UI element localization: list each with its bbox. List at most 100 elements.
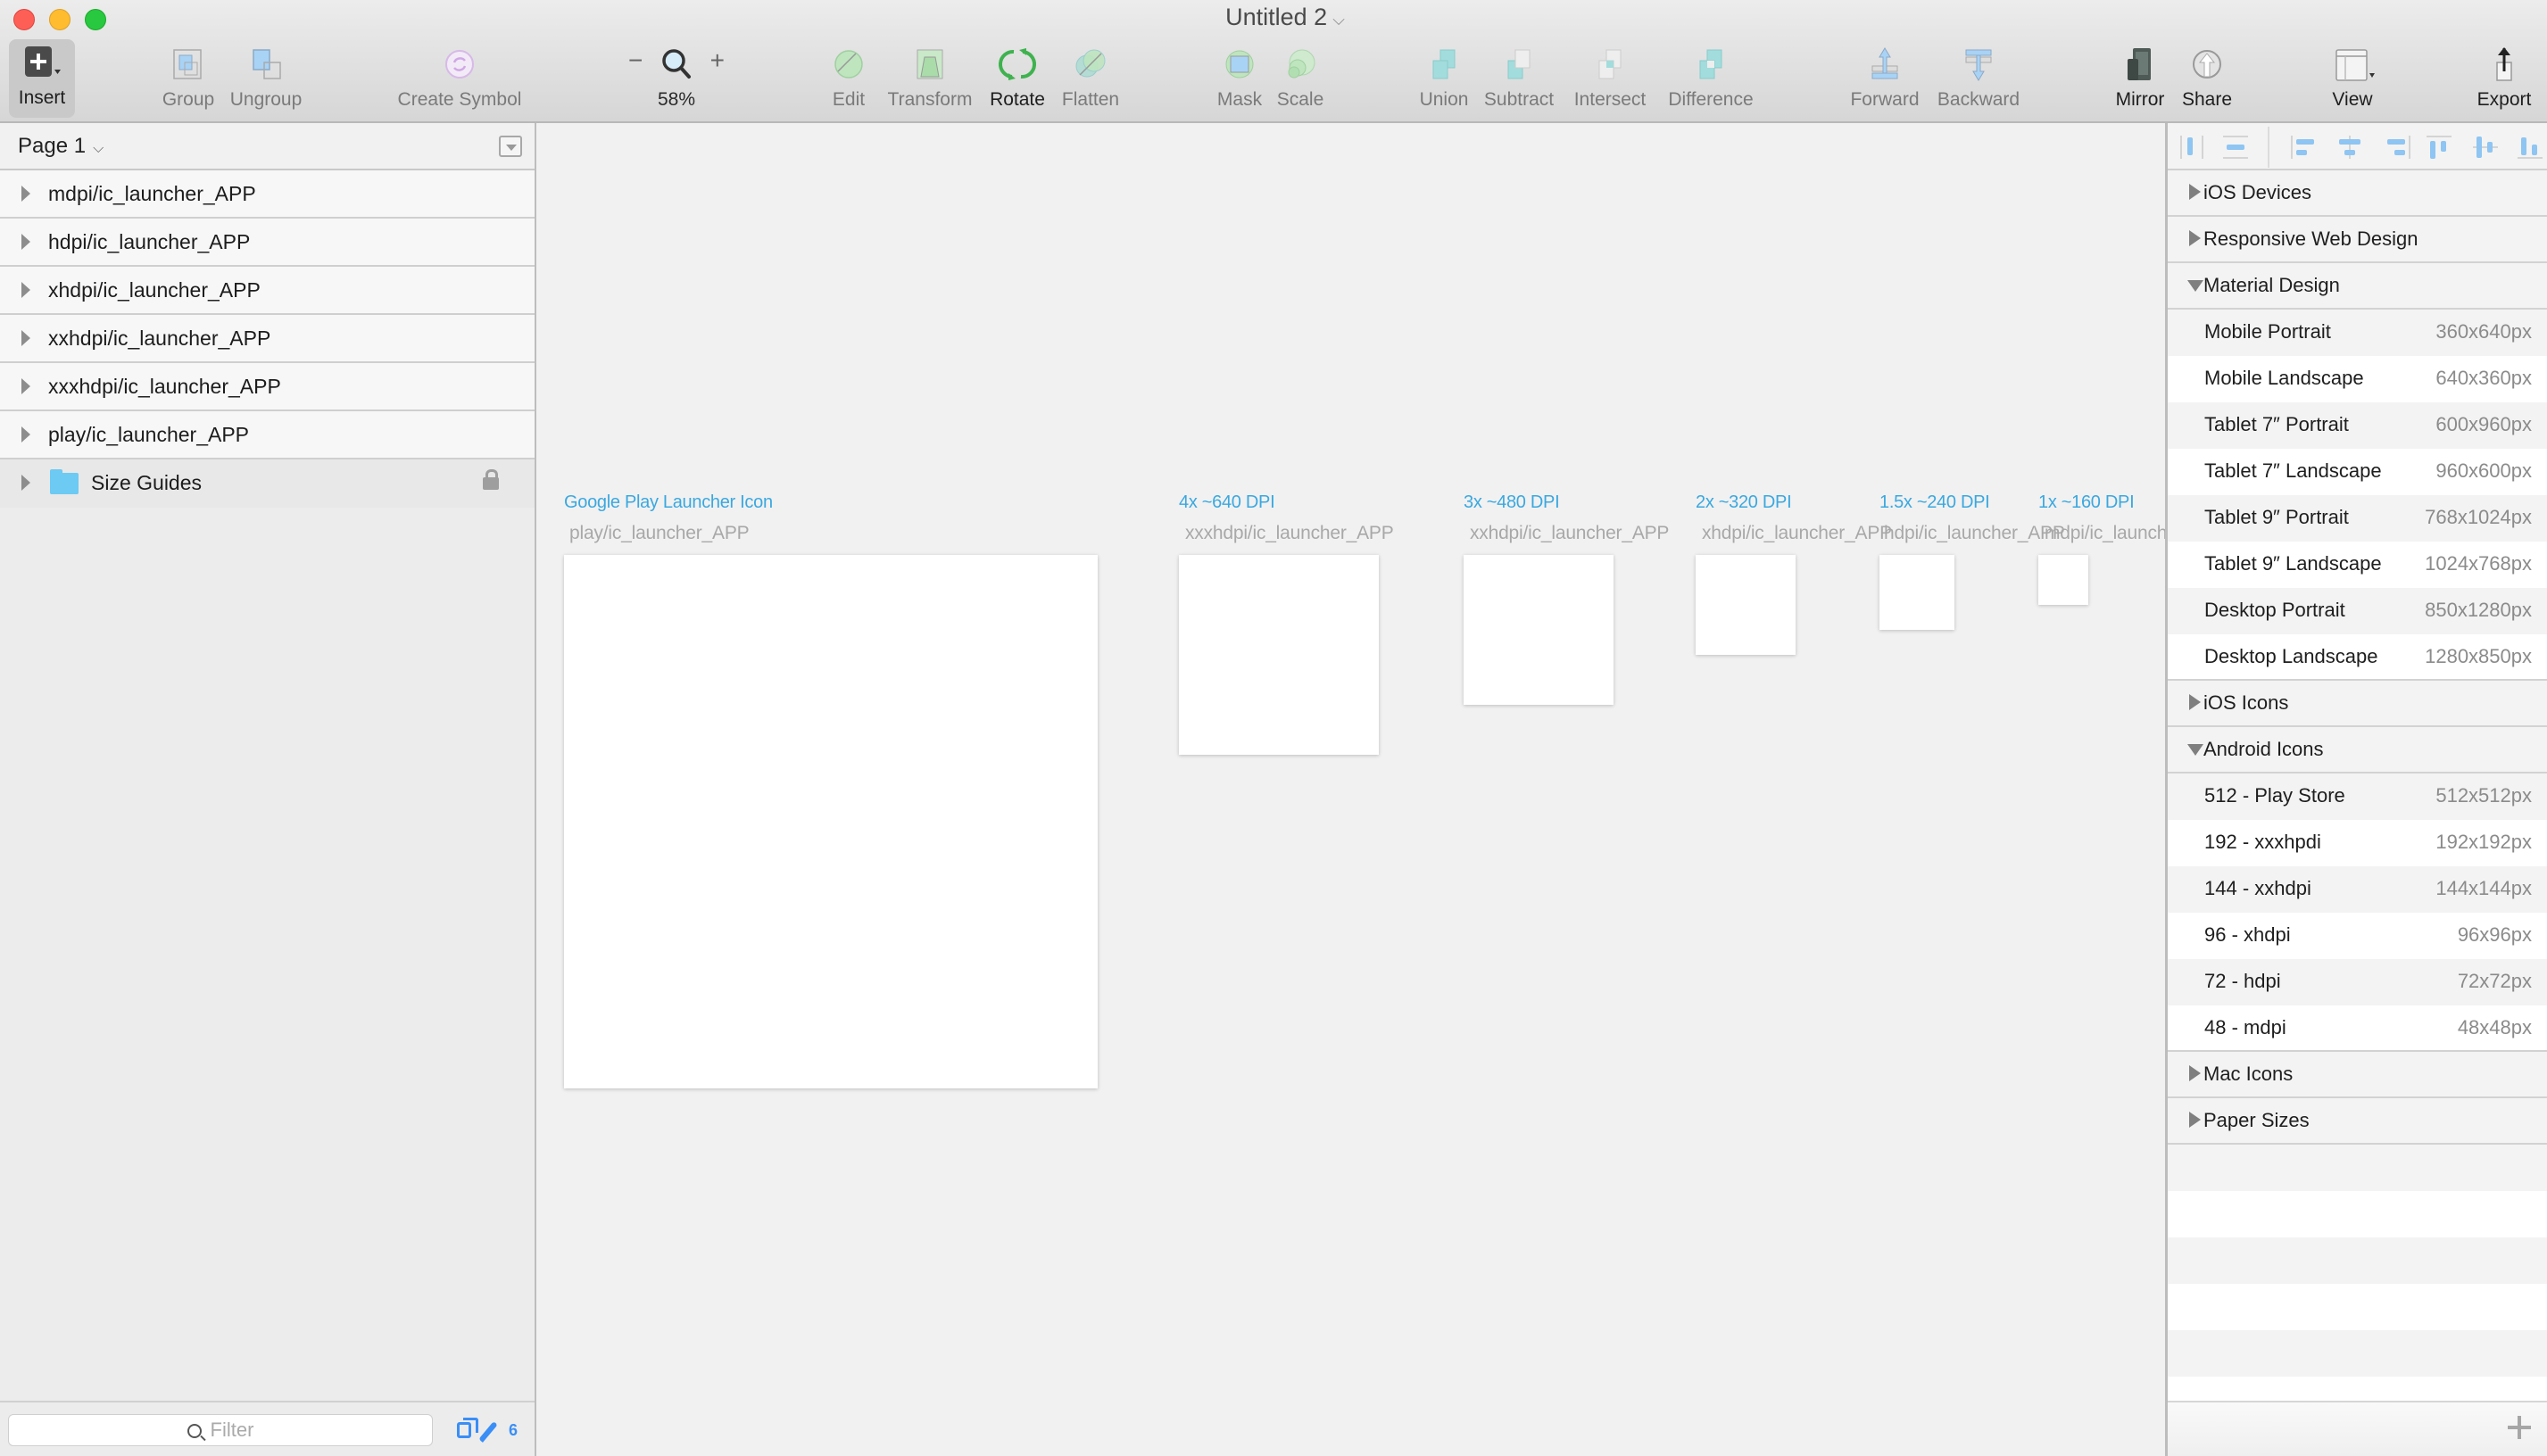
backward-button[interactable]: Backward bbox=[1931, 41, 2026, 116]
preset-section[interactable]: Material Design bbox=[2168, 263, 2547, 310]
disclosure-triangle-icon[interactable] bbox=[21, 475, 30, 491]
export-button[interactable]: Export bbox=[2470, 41, 2538, 116]
preset-item[interactable]: Tablet 9″ Portrait 768x1024px bbox=[2168, 495, 2547, 542]
artboard-mdpi[interactable] bbox=[2038, 555, 2088, 605]
mirror-button[interactable]: Mirror bbox=[2108, 41, 2172, 116]
artboard-title: Google Play Launcher Icon bbox=[564, 492, 773, 512]
difference-button[interactable]: Difference bbox=[1658, 41, 1763, 116]
page-selector[interactable]: Page 1 ⌵ bbox=[0, 123, 535, 170]
preset-section[interactable]: Mac Icons bbox=[2168, 1052, 2547, 1098]
artboard-name[interactable]: xxxhdpi/ic_launcher_APP bbox=[1185, 523, 1394, 544]
magnifier-icon[interactable] bbox=[657, 45, 696, 84]
align-middle-icon[interactable] bbox=[2473, 136, 2498, 159]
preset-section[interactable]: iOS Devices bbox=[2168, 170, 2547, 217]
layer-row[interactable]: mdpi/ic_launcher_APP bbox=[0, 170, 535, 219]
artboard-xxxhdpi[interactable] bbox=[1179, 555, 1379, 755]
union-button[interactable]: Union bbox=[1414, 41, 1474, 116]
disclosure-collapsed-icon[interactable] bbox=[2189, 694, 2201, 710]
preset-item[interactable]: Tablet 7″ Portrait 600x960px bbox=[2168, 402, 2547, 449]
preset-item[interactable]: Mobile Portrait 360x640px bbox=[2168, 310, 2547, 356]
edit-button[interactable]: Edit bbox=[823, 41, 875, 116]
zoom-in-button[interactable]: + bbox=[710, 46, 725, 75]
artboard-xhdpi[interactable] bbox=[1696, 555, 1796, 655]
artboards-filter-icon[interactable] bbox=[457, 1418, 478, 1438]
add-preset-button[interactable] bbox=[2508, 1416, 2531, 1439]
artboard-name[interactable]: play/ic_launcher_APP bbox=[569, 523, 750, 544]
disclosure-triangle-icon[interactable] bbox=[21, 378, 30, 394]
disclosure-expanded-icon[interactable] bbox=[2187, 744, 2203, 756]
group-button[interactable]: Group bbox=[157, 41, 220, 116]
align-left-icon[interactable] bbox=[2291, 136, 2316, 159]
preset-item[interactable]: Desktop Landscape 1280x850px bbox=[2168, 634, 2547, 681]
layer-row[interactable]: xxhdpi/ic_launcher_APP bbox=[0, 315, 535, 363]
artboard-hdpi[interactable] bbox=[1879, 555, 1954, 630]
layer-row[interactable]: hdpi/ic_launcher_APP bbox=[0, 219, 535, 267]
edit-label: Edit bbox=[832, 89, 866, 110]
insert-button[interactable]: Insert bbox=[9, 39, 75, 118]
align-top-icon[interactable] bbox=[2427, 136, 2452, 159]
preset-item[interactable]: 192 - xxxhpdi 192x192px bbox=[2168, 820, 2547, 866]
zoom-out-button[interactable]: − bbox=[628, 46, 643, 75]
align-right-icon[interactable] bbox=[2385, 136, 2410, 159]
lock-icon[interactable] bbox=[483, 469, 499, 490]
rotate-button[interactable]: Rotate bbox=[985, 41, 1049, 116]
artboard-name[interactable]: xhdpi/ic_launcher_APP bbox=[1702, 523, 1892, 544]
disclosure-collapsed-icon[interactable] bbox=[2189, 1112, 2201, 1128]
preset-item[interactable]: Tablet 7″ Landscape 960x600px bbox=[2168, 449, 2547, 495]
distribute-horizontal-icon[interactable] bbox=[2180, 136, 2205, 159]
preset-item[interactable]: 96 - xhdpi 96x96px bbox=[2168, 913, 2547, 959]
layer-row-size-guides[interactable]: Size Guides bbox=[0, 459, 535, 508]
preset-size: 640x360px bbox=[2435, 367, 2532, 389]
scale-button[interactable]: Scale bbox=[1271, 41, 1330, 116]
flatten-button[interactable]: Flatten bbox=[1057, 41, 1124, 116]
artboard-play[interactable] bbox=[564, 555, 1098, 1088]
window-title[interactable]: Untitled 2 ⌵ bbox=[0, 4, 2547, 31]
artboard-name[interactable]: hdpi/ic_launcher_APP bbox=[1884, 523, 2065, 544]
transform-button[interactable]: Transform bbox=[882, 41, 978, 116]
preset-item[interactable]: 72 - hdpi 72x72px bbox=[2168, 959, 2547, 1005]
layer-row[interactable]: xhdpi/ic_launcher_APP bbox=[0, 267, 535, 315]
disclosure-collapsed-icon[interactable] bbox=[2189, 230, 2201, 246]
collapse-pages-button[interactable] bbox=[499, 136, 522, 157]
disclosure-triangle-icon[interactable] bbox=[21, 234, 30, 250]
artboard-name[interactable]: mdpi/ic_launcher_APP bbox=[2045, 523, 2165, 544]
preset-item[interactable]: 48 - mdpi 48x48px bbox=[2168, 1005, 2547, 1052]
create-symbol-button[interactable]: Create Symbol bbox=[393, 41, 527, 116]
disclosure-collapsed-icon[interactable] bbox=[2189, 1065, 2201, 1081]
page-name[interactable]: Page 1 ⌵ bbox=[18, 134, 104, 159]
layer-row[interactable]: play/ic_launcher_APP bbox=[0, 411, 535, 459]
preset-item[interactable]: Tablet 9″ Landscape 1024x768px bbox=[2168, 542, 2547, 588]
layer-row[interactable]: xxxhdpi/ic_launcher_APP bbox=[0, 363, 535, 411]
preset-section[interactable]: Android Icons bbox=[2168, 727, 2547, 774]
forward-button[interactable]: Forward bbox=[1844, 41, 1926, 116]
share-button[interactable]: Share bbox=[2178, 41, 2236, 116]
disclosure-triangle-icon[interactable] bbox=[21, 282, 30, 298]
disclosure-triangle-icon[interactable] bbox=[21, 330, 30, 346]
disclosure-triangle-icon[interactable] bbox=[21, 426, 30, 443]
artboard-xxhdpi[interactable] bbox=[1464, 555, 1614, 705]
view-button[interactable]: View bbox=[2319, 41, 2386, 116]
preset-section[interactable]: Paper Sizes bbox=[2168, 1098, 2547, 1145]
mask-button[interactable]: Mask bbox=[1212, 41, 1267, 116]
preset-item[interactable]: 144 - xxhdpi 144x144px bbox=[2168, 866, 2547, 913]
align-center-icon[interactable] bbox=[2337, 136, 2362, 159]
disclosure-triangle-icon[interactable] bbox=[21, 186, 30, 202]
preset-item[interactable]: Desktop Portrait 850x1280px bbox=[2168, 588, 2547, 634]
preset-section[interactable]: iOS Icons bbox=[2168, 681, 2547, 727]
slice-filter-icon[interactable] bbox=[478, 1421, 498, 1443]
disclosure-collapsed-icon[interactable] bbox=[2189, 184, 2201, 200]
empty-row bbox=[2168, 1237, 2547, 1284]
preset-section[interactable]: Responsive Web Design bbox=[2168, 217, 2547, 263]
preset-item[interactable]: Mobile Landscape 640x360px bbox=[2168, 356, 2547, 402]
canvas[interactable]: Google Play Launcher Icon play/ic_launch… bbox=[536, 123, 2165, 1456]
distribute-vertical-icon[interactable] bbox=[2223, 136, 2248, 159]
disclosure-expanded-icon[interactable] bbox=[2187, 280, 2203, 292]
artboard-name[interactable]: xxhdpi/ic_launcher_APP bbox=[1470, 523, 1669, 544]
intersect-button[interactable]: Intersect bbox=[1567, 41, 1653, 116]
align-bottom-icon[interactable] bbox=[2518, 136, 2543, 159]
preset-item[interactable]: 512 - Play Store 512x512px bbox=[2168, 774, 2547, 820]
filter-input[interactable]: Filter bbox=[8, 1414, 433, 1446]
ungroup-button[interactable]: Ungroup bbox=[225, 41, 307, 116]
subtract-button[interactable]: Subtract bbox=[1481, 41, 1556, 116]
slice-count: 6 bbox=[509, 1421, 519, 1439]
